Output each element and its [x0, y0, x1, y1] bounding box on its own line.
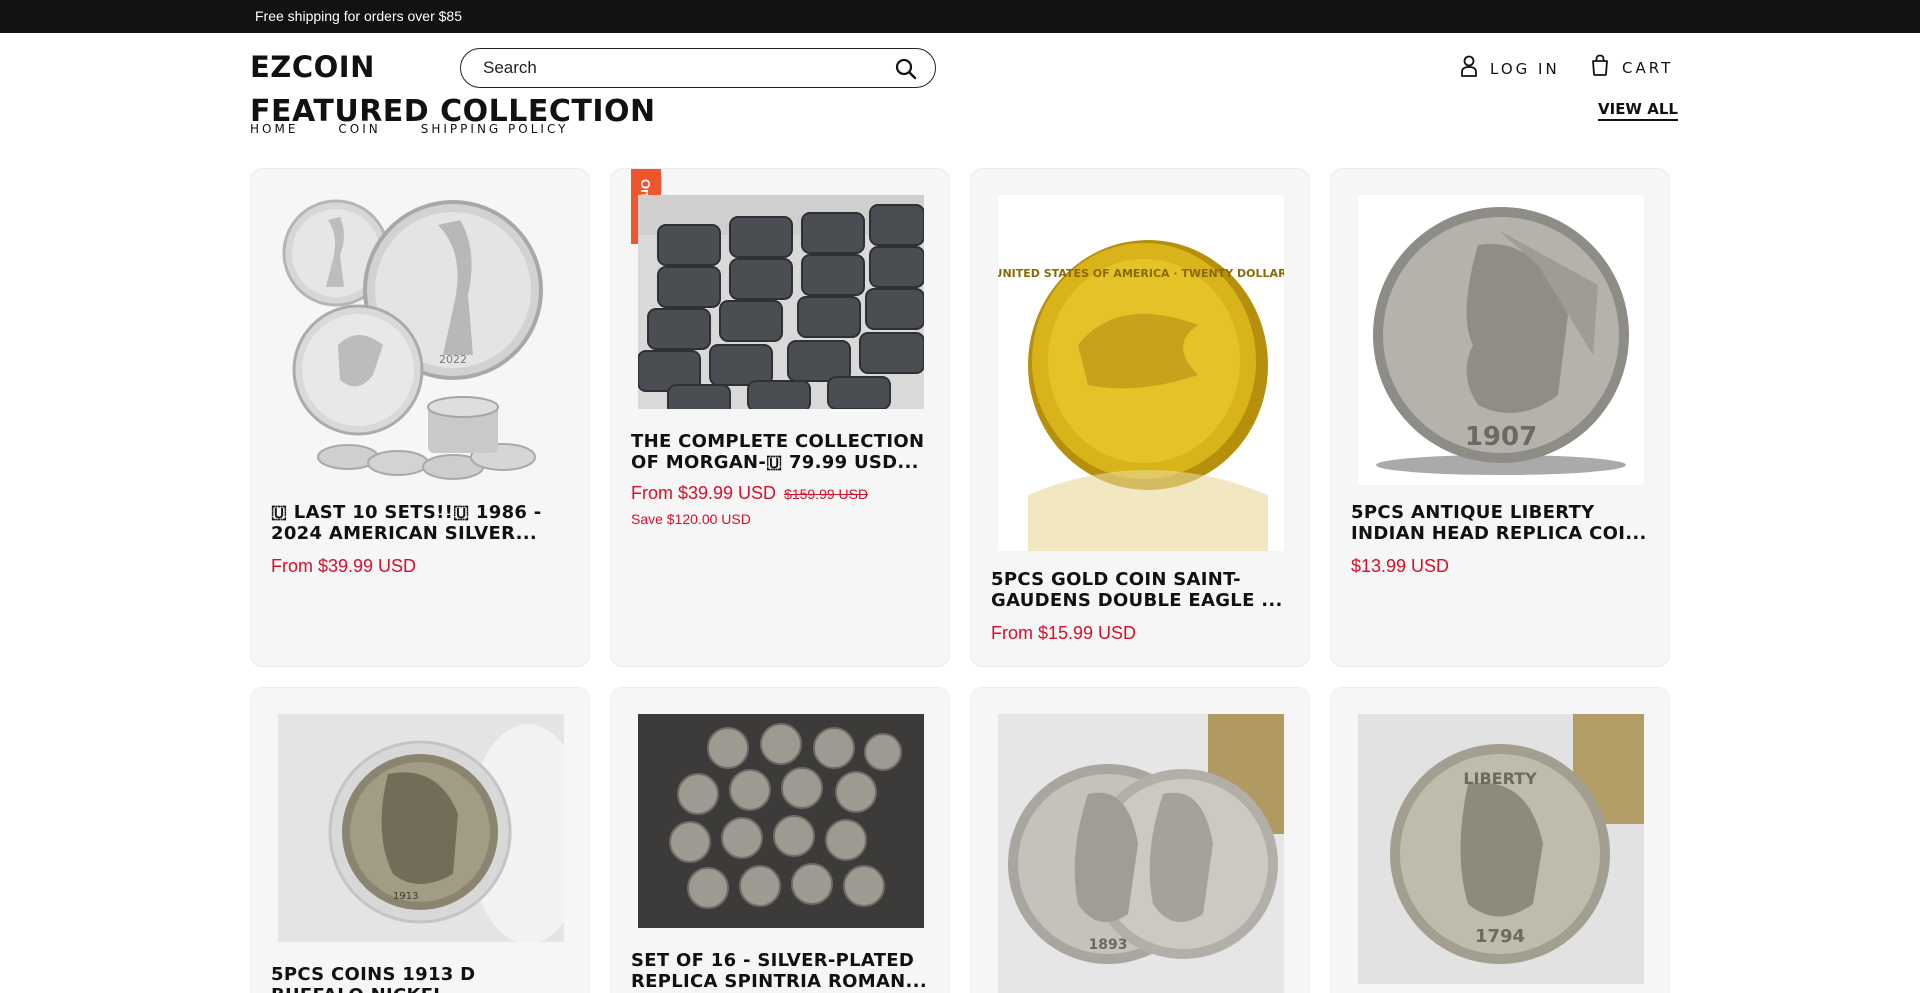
product-title[interactable]: 5PCS GOLD COIN SAINT-GAUDENS DOUBLE EAGL… [991, 569, 1291, 611]
liberty-word-text: LIBERTY [1463, 769, 1537, 788]
sale-price: From $39.99 USD [631, 483, 777, 503]
morgan-year-text: 1893 [1089, 937, 1128, 953]
search-icon[interactable] [895, 58, 917, 80]
product-card[interactable]: 1893 [970, 687, 1310, 993]
gold-coin-legend: UNITED STATES OF AMERICA · TWENTY DOLLAR… [998, 267, 1284, 280]
product-image [638, 714, 924, 928]
product-card[interactable]: 1913 5PCS COINS 1913 D BUFFALO NICKEL CO… [250, 687, 590, 993]
product-title[interactable]: 🇺 LAST 10 SETS!!🇺 1986 - 2024 AMERICAN S… [271, 502, 571, 544]
nav-item-shipping-policy[interactable]: SHIPPING POLICY [421, 122, 569, 136]
compare-at-price: $159.99 USD [784, 486, 869, 502]
cart-link[interactable]: CART [1590, 54, 1673, 81]
login-link[interactable]: LOG IN [1460, 54, 1560, 83]
product-card[interactable]: UNITED STATES OF AMERICA · TWENTY DOLLAR… [970, 168, 1310, 667]
product-card[interactable]: 2022 🇺 LAST 10 SETS!!🇺 1986 - 2024 AMERI… [250, 168, 590, 667]
product-image [638, 195, 924, 409]
product-price: From $39.99 USD $159.99 USD [631, 483, 868, 504]
main-nav: HOME COIN SHIPPING POLICY [250, 122, 608, 136]
product-image: LIBERTY 1794 [1358, 714, 1644, 984]
savings-text: Save $120.00 USD [631, 511, 751, 527]
product-title[interactable]: 5PCS COINS 1913 D BUFFALO NICKEL COLLECT… [271, 964, 571, 993]
cart-label: CART [1622, 58, 1674, 77]
liberty-year-text: 1794 [1475, 926, 1525, 947]
product-image: 1893 [998, 714, 1284, 993]
product-image: 2022 [278, 195, 564, 485]
product-price: From $39.99 USD [271, 556, 417, 576]
product-image: 1913 [278, 714, 564, 942]
announcement-bar: Free shipping for orders over $85 [0, 0, 1920, 33]
product-card[interactable]: 1907 5PCS ANTIQUE LIBERTY INDIAN HEAD RE… [1330, 168, 1670, 667]
product-card[interactable]: On sale THE COMPLETE COLLECTION OF MORGA… [610, 168, 950, 667]
product-price: From $15.99 USD [991, 623, 1137, 643]
user-icon [1460, 54, 1478, 83]
product-title[interactable]: THE COMPLETE COLLECTION OF MORGAN-🇺 79.9… [631, 431, 931, 473]
nav-item-coin[interactable]: COIN [338, 122, 380, 136]
product-price: $13.99 USD [1351, 556, 1450, 576]
buffalo-year-text: 1913 [393, 891, 418, 902]
search-bar [460, 48, 936, 88]
login-label: LOG IN [1490, 59, 1560, 78]
indian-year-text: 1907 [1465, 422, 1537, 452]
eagle-year-text: 2022 [439, 353, 467, 366]
product-card[interactable]: SET OF 16 - SILVER-PLATED REPLICA SPINTR… [610, 687, 950, 993]
product-title[interactable]: SET OF 16 - SILVER-PLATED REPLICA SPINTR… [631, 950, 931, 992]
product-image: UNITED STATES OF AMERICA · TWENTY DOLLAR… [998, 195, 1284, 551]
store-logo[interactable]: EZCOIN [250, 50, 375, 84]
product-card[interactable]: LIBERTY 1794 [1330, 687, 1670, 993]
view-all-link[interactable]: VIEW ALL [1598, 100, 1678, 121]
product-title[interactable]: 5PCS ANTIQUE LIBERTY INDIAN HEAD REPLICA… [1351, 502, 1651, 544]
search-input[interactable] [483, 57, 863, 79]
product-image: 1907 [1358, 195, 1644, 485]
nav-item-home[interactable]: HOME [250, 122, 298, 136]
shopping-bag-icon [1590, 54, 1610, 81]
announcement-text: Free shipping for orders over $85 [255, 8, 462, 24]
